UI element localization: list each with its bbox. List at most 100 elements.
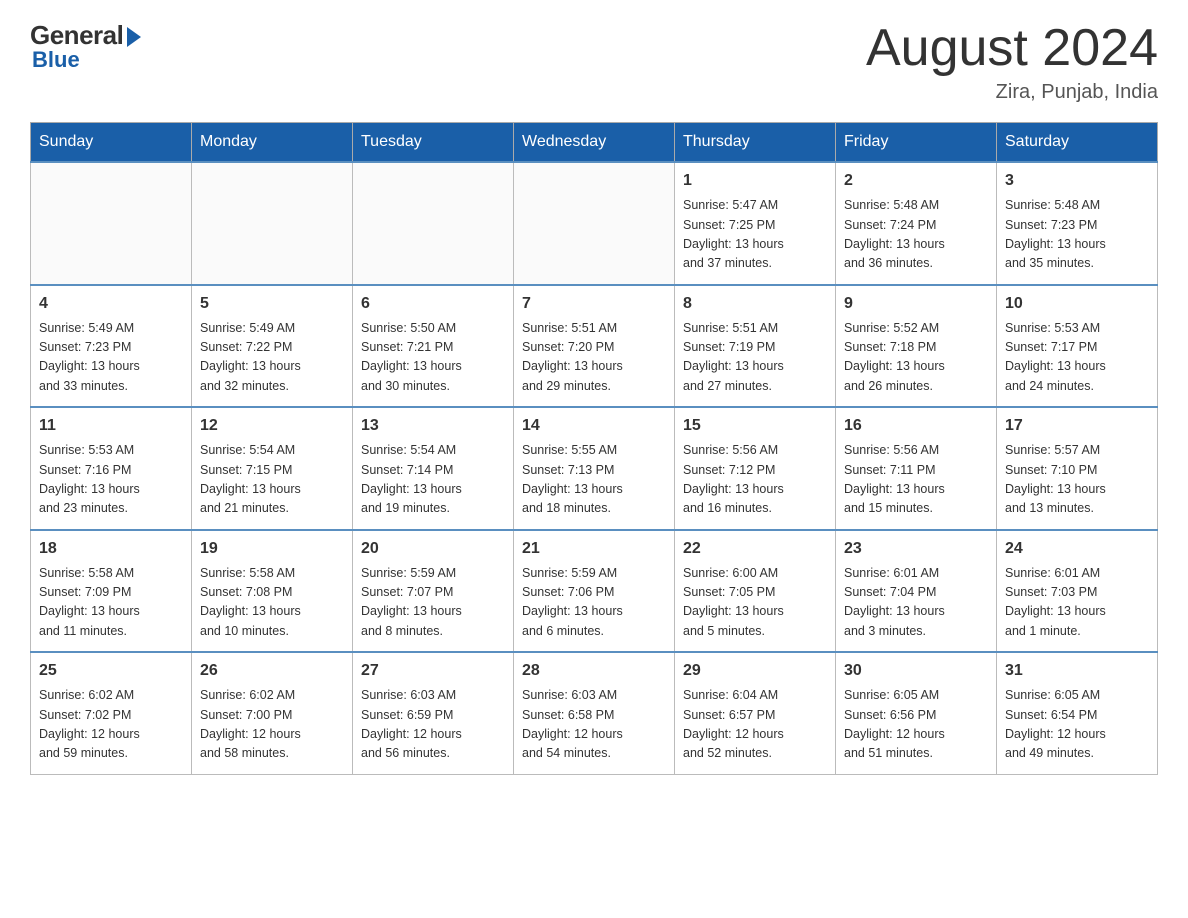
day-number: 12 bbox=[200, 414, 344, 438]
calendar-day-cell: 24 Sunrise: 6:01 AMSunset: 7:03 PMDayligh… bbox=[997, 530, 1158, 653]
month-title: August 2024 bbox=[866, 20, 1158, 77]
day-number: 14 bbox=[522, 414, 666, 438]
calendar-day-cell: 21 Sunrise: 5:59 AMSunset: 7:06 PMDayligh… bbox=[514, 530, 675, 653]
day-info: Sunrise: 5:49 AMSunset: 7:23 PMDaylight:… bbox=[39, 319, 183, 397]
day-info: Sunrise: 6:03 AMSunset: 6:58 PMDaylight:… bbox=[522, 686, 666, 764]
day-info: Sunrise: 5:53 AMSunset: 7:17 PMDaylight:… bbox=[1005, 319, 1149, 397]
day-info: Sunrise: 5:48 AMSunset: 7:24 PMDaylight:… bbox=[844, 196, 988, 274]
day-info: Sunrise: 6:02 AMSunset: 7:02 PMDaylight:… bbox=[39, 686, 183, 764]
day-number: 19 bbox=[200, 537, 344, 561]
title-section: August 2024 Zira, Punjab, India bbox=[866, 20, 1158, 104]
calendar-week-row: 4 Sunrise: 5:49 AMSunset: 7:23 PMDaylight… bbox=[31, 285, 1158, 408]
calendar-week-row: 11 Sunrise: 5:53 AMSunset: 7:16 PMDayligh… bbox=[31, 407, 1158, 530]
calendar-day-cell: 9 Sunrise: 5:52 AMSunset: 7:18 PMDaylight… bbox=[836, 285, 997, 408]
day-info: Sunrise: 6:03 AMSunset: 6:59 PMDaylight:… bbox=[361, 686, 505, 764]
day-info: Sunrise: 5:54 AMSunset: 7:14 PMDaylight:… bbox=[361, 441, 505, 519]
day-number: 30 bbox=[844, 659, 988, 683]
day-info: Sunrise: 5:48 AMSunset: 7:23 PMDaylight:… bbox=[1005, 196, 1149, 274]
day-info: Sunrise: 5:49 AMSunset: 7:22 PMDaylight:… bbox=[200, 319, 344, 397]
day-info: Sunrise: 5:53 AMSunset: 7:16 PMDaylight:… bbox=[39, 441, 183, 519]
calendar-day-cell: 7 Sunrise: 5:51 AMSunset: 7:20 PMDaylight… bbox=[514, 285, 675, 408]
day-number: 3 bbox=[1005, 169, 1149, 193]
day-info: Sunrise: 5:47 AMSunset: 7:25 PMDaylight:… bbox=[683, 196, 827, 274]
calendar-header-thursday: Thursday bbox=[675, 123, 836, 163]
day-info: Sunrise: 5:51 AMSunset: 7:20 PMDaylight:… bbox=[522, 319, 666, 397]
day-number: 26 bbox=[200, 659, 344, 683]
day-number: 1 bbox=[683, 169, 827, 193]
calendar-header-saturday: Saturday bbox=[997, 123, 1158, 163]
day-number: 7 bbox=[522, 292, 666, 316]
calendar-day-cell: 14 Sunrise: 5:55 AMSunset: 7:13 PMDayligh… bbox=[514, 407, 675, 530]
calendar-day-cell bbox=[514, 162, 675, 285]
day-info: Sunrise: 5:58 AMSunset: 7:09 PMDaylight:… bbox=[39, 564, 183, 642]
day-number: 17 bbox=[1005, 414, 1149, 438]
calendar-week-row: 18 Sunrise: 5:58 AMSunset: 7:09 PMDayligh… bbox=[31, 530, 1158, 653]
day-info: Sunrise: 6:04 AMSunset: 6:57 PMDaylight:… bbox=[683, 686, 827, 764]
calendar-day-cell: 5 Sunrise: 5:49 AMSunset: 7:22 PMDaylight… bbox=[192, 285, 353, 408]
day-number: 8 bbox=[683, 292, 827, 316]
day-info: Sunrise: 5:50 AMSunset: 7:21 PMDaylight:… bbox=[361, 319, 505, 397]
calendar-day-cell: 20Sunrise: 5:59 AMSunset: 7:07 PMDayligh… bbox=[353, 530, 514, 653]
calendar-day-cell: 18 Sunrise: 5:58 AMSunset: 7:09 PMDayligh… bbox=[31, 530, 192, 653]
day-info: Sunrise: 5:51 AMSunset: 7:19 PMDaylight:… bbox=[683, 319, 827, 397]
calendar-day-cell: 17 Sunrise: 5:57 AMSunset: 7:10 PMDayligh… bbox=[997, 407, 1158, 530]
day-number: 5 bbox=[200, 292, 344, 316]
calendar-header-row: SundayMondayTuesdayWednesdayThursdayFrid… bbox=[31, 123, 1158, 163]
calendar-day-cell: 13 Sunrise: 5:54 AMSunset: 7:14 PMDayligh… bbox=[353, 407, 514, 530]
calendar-day-cell: 12Sunrise: 5:54 AMSunset: 7:15 PMDayligh… bbox=[192, 407, 353, 530]
calendar-day-cell: 10 Sunrise: 5:53 AMSunset: 7:17 PMDayligh… bbox=[997, 285, 1158, 408]
calendar-header-monday: Monday bbox=[192, 123, 353, 163]
day-number: 27 bbox=[361, 659, 505, 683]
calendar-day-cell: 19Sunrise: 5:58 AMSunset: 7:08 PMDayligh… bbox=[192, 530, 353, 653]
calendar-day-cell: 1 Sunrise: 5:47 AMSunset: 7:25 PMDaylight… bbox=[675, 162, 836, 285]
calendar-day-cell: 3 Sunrise: 5:48 AMSunset: 7:23 PMDaylight… bbox=[997, 162, 1158, 285]
calendar-day-cell: 27 Sunrise: 6:03 AMSunset: 6:59 PMDayligh… bbox=[353, 652, 514, 774]
day-number: 9 bbox=[844, 292, 988, 316]
day-info: Sunrise: 5:56 AMSunset: 7:12 PMDaylight:… bbox=[683, 441, 827, 519]
calendar-day-cell: 28Sunrise: 6:03 AMSunset: 6:58 PMDayligh… bbox=[514, 652, 675, 774]
day-number: 15 bbox=[683, 414, 827, 438]
day-number: 20 bbox=[361, 537, 505, 561]
day-info: Sunrise: 5:59 AMSunset: 7:06 PMDaylight:… bbox=[522, 564, 666, 642]
calendar-day-cell bbox=[31, 162, 192, 285]
day-number: 31 bbox=[1005, 659, 1149, 683]
day-info: Sunrise: 6:05 AMSunset: 6:54 PMDaylight:… bbox=[1005, 686, 1149, 764]
calendar-header-friday: Friday bbox=[836, 123, 997, 163]
day-number: 2 bbox=[844, 169, 988, 193]
day-number: 10 bbox=[1005, 292, 1149, 316]
calendar-day-cell: 25 Sunrise: 6:02 AMSunset: 7:02 PMDayligh… bbox=[31, 652, 192, 774]
day-info: Sunrise: 5:56 AMSunset: 7:11 PMDaylight:… bbox=[844, 441, 988, 519]
calendar-header-sunday: Sunday bbox=[31, 123, 192, 163]
day-info: Sunrise: 5:55 AMSunset: 7:13 PMDaylight:… bbox=[522, 441, 666, 519]
day-info: Sunrise: 6:05 AMSunset: 6:56 PMDaylight:… bbox=[844, 686, 988, 764]
day-number: 16 bbox=[844, 414, 988, 438]
calendar-day-cell: 15 Sunrise: 5:56 AMSunset: 7:12 PMDayligh… bbox=[675, 407, 836, 530]
day-number: 13 bbox=[361, 414, 505, 438]
page-header: General Blue August 2024 Zira, Punjab, I… bbox=[30, 20, 1158, 104]
day-number: 6 bbox=[361, 292, 505, 316]
calendar-day-cell: 22Sunrise: 6:00 AMSunset: 7:05 PMDayligh… bbox=[675, 530, 836, 653]
day-number: 21 bbox=[522, 537, 666, 561]
calendar-day-cell: 31 Sunrise: 6:05 AMSunset: 6:54 PMDayligh… bbox=[997, 652, 1158, 774]
calendar-day-cell: 8 Sunrise: 5:51 AMSunset: 7:19 PMDaylight… bbox=[675, 285, 836, 408]
day-info: Sunrise: 6:01 AMSunset: 7:04 PMDaylight:… bbox=[844, 564, 988, 642]
calendar-day-cell: 11 Sunrise: 5:53 AMSunset: 7:16 PMDayligh… bbox=[31, 407, 192, 530]
calendar-table: SundayMondayTuesdayWednesdayThursdayFrid… bbox=[30, 122, 1158, 775]
day-info: Sunrise: 6:00 AMSunset: 7:05 PMDaylight:… bbox=[683, 564, 827, 642]
calendar-day-cell: 30 Sunrise: 6:05 AMSunset: 6:56 PMDayligh… bbox=[836, 652, 997, 774]
day-number: 18 bbox=[39, 537, 183, 561]
calendar-day-cell: 29 Sunrise: 6:04 AMSunset: 6:57 PMDayligh… bbox=[675, 652, 836, 774]
day-info: Sunrise: 5:52 AMSunset: 7:18 PMDaylight:… bbox=[844, 319, 988, 397]
day-info: Sunrise: 5:57 AMSunset: 7:10 PMDaylight:… bbox=[1005, 441, 1149, 519]
day-number: 25 bbox=[39, 659, 183, 683]
day-number: 11 bbox=[39, 414, 183, 438]
calendar-header-wednesday: Wednesday bbox=[514, 123, 675, 163]
calendar-day-cell: 6 Sunrise: 5:50 AMSunset: 7:21 PMDaylight… bbox=[353, 285, 514, 408]
logo-arrow-icon bbox=[127, 27, 141, 47]
day-info: Sunrise: 6:02 AMSunset: 7:00 PMDaylight:… bbox=[200, 686, 344, 764]
day-number: 29 bbox=[683, 659, 827, 683]
day-info: Sunrise: 6:01 AMSunset: 7:03 PMDaylight:… bbox=[1005, 564, 1149, 642]
day-number: 24 bbox=[1005, 537, 1149, 561]
day-number: 23 bbox=[844, 537, 988, 561]
day-number: 4 bbox=[39, 292, 183, 316]
